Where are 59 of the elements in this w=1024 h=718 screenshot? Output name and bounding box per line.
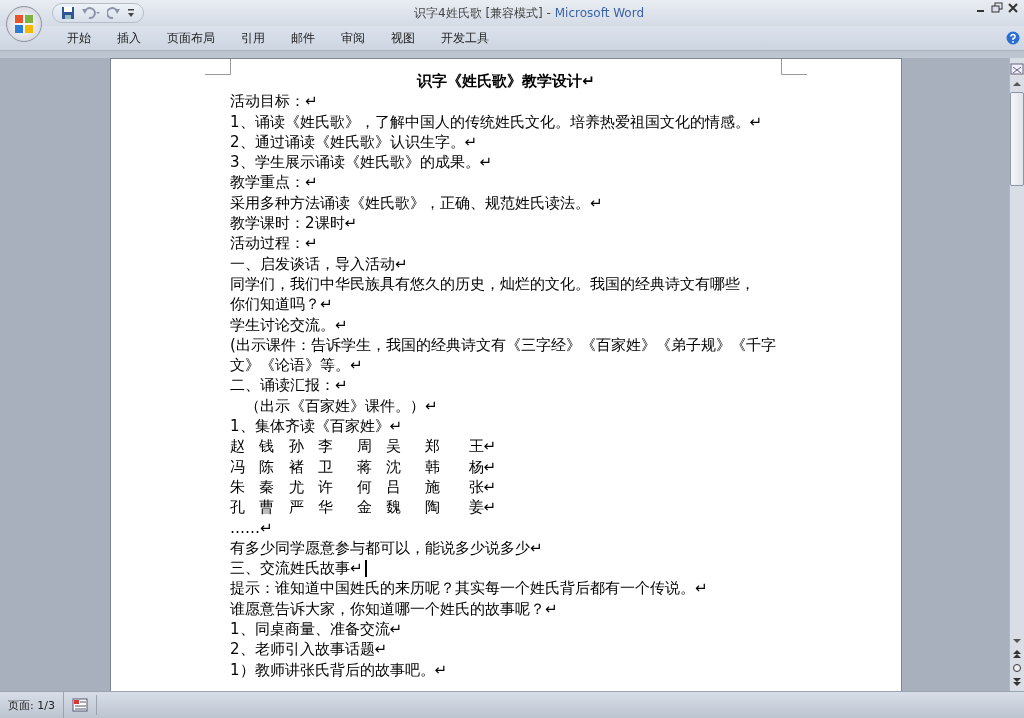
restore-icon[interactable] (990, 2, 1004, 14)
next-page-icon[interactable] (1012, 677, 1022, 687)
paragraph: 1、集体齐读《百家姓》↵ (230, 416, 404, 437)
ribbon-tab[interactable]: 开发工具 (428, 27, 502, 49)
surname-row-text: 赵 钱 孙 李 周 吴 郑 王↵ (230, 436, 498, 457)
paragraph: 三、交流姓氏故事↵ (230, 558, 363, 579)
paragraph: 1、同桌商量、准备交流↵ (230, 619, 404, 640)
redo-icon[interactable] (107, 6, 121, 20)
save-icon[interactable] (61, 6, 75, 20)
paragraph: 同学们，我们中华民族具有悠久的历史，灿烂的文化。我国的经典诗文有哪些， 你们知道吗？↵ (230, 273, 756, 315)
scroll-thumb[interactable] (1010, 92, 1024, 186)
paragraph: 3、学生展示诵读《姓氏歌》的成果。↵ (230, 152, 494, 173)
help-icon[interactable] (1006, 31, 1020, 45)
ribbon-tab[interactable]: 审阅 (328, 27, 378, 49)
ribbon-tab[interactable]: 开始 (54, 27, 104, 49)
paragraph: (出示课件：告诉学生，我国的经典诗文有《三字经》《百家姓》《弟子规》《千字 文》《论语》等。↵ (230, 334, 777, 376)
undo-icon[interactable] (81, 6, 101, 20)
ruler-icon[interactable] (1010, 62, 1024, 76)
ribbon-tab[interactable]: 页面布局 (154, 27, 228, 49)
surname-row-text: 朱 秦 尤 许 何 吕 施 张↵ (230, 476, 498, 498)
paragraph: 教学重点：↵ (230, 172, 319, 193)
vertical-scrollbar[interactable] (1009, 58, 1024, 691)
paragraph: 1）教师讲张氏背后的故事吧。↵ (230, 659, 449, 680)
language-icon[interactable] (71, 698, 88, 712)
paragraph: 采用多种方法诵读《姓氏歌》，正确、规范姓氏读法。↵ (230, 192, 604, 214)
ribbon-tab[interactable]: 视图 (378, 27, 428, 49)
paragraph: 有多少同学愿意参与都可以，能说多少说多少↵ (230, 537, 544, 559)
ribbon-tab[interactable]: 引用 (228, 27, 278, 49)
window-title: 识字4姓氏歌 [兼容模式] - Microsoft Word (412, 4, 646, 22)
ribbon-tab[interactable]: 插入 (104, 27, 154, 49)
corner-mark-icon (781, 59, 807, 75)
paragraph: 教学课时：2课时↵ (230, 213, 359, 234)
ribbon-tab[interactable]: 邮件 (278, 27, 328, 49)
customize-icon[interactable] (127, 8, 135, 18)
previous-page-icon[interactable] (1012, 649, 1022, 659)
paragraph: 活动过程：↵ (230, 233, 319, 254)
office-logo-icon (12, 12, 36, 36)
scroll-up-icon[interactable] (1012, 80, 1022, 88)
browse-object-icon[interactable] (1012, 663, 1022, 673)
paragraph: 活动目标：↵ (230, 91, 319, 112)
surname-row-text: 冯 陈 褚 卫 蒋 沈 韩 杨↵ (230, 456, 498, 477)
paragraph: （出示《百家姓》课件。）↵ (244, 395, 439, 417)
paragraph: 1、诵读《姓氏歌》，了解中国人的传统姓氏文化。培养热爱祖国文化的情感。↵ (230, 111, 764, 132)
scroll-down-icon[interactable] (1012, 637, 1022, 645)
paragraph: 学生讨论交流。↵ (230, 314, 349, 335)
close-icon[interactable] (1006, 2, 1020, 14)
paragraph: 2、老师引入故事话题↵ (230, 639, 389, 660)
paragraph: 二、诵读汇报：↵ (230, 375, 349, 396)
page-count[interactable]: 页面: 1/3 (0, 692, 64, 718)
paragraph: 谁愿意告诉大家，你知道哪一个姓氏的故事呢？↵ (230, 598, 559, 619)
paragraph: 提示：谁知道中国姓氏的来历呢？其实每一个姓氏背后都有一个传说。↵ (230, 578, 709, 599)
document-title: 识字《姓氏歌》教学设计↵ (415, 71, 596, 92)
paragraph: 2、通过诵读《姓氏歌》认识生字。↵ (230, 131, 479, 153)
paragraph: ……↵ (230, 517, 274, 538)
paragraph: 一、启发谈话，导入活动↵ (230, 253, 409, 274)
corner-mark-icon (205, 59, 231, 75)
app-name: Microsoft Word (554, 5, 645, 20)
office-button[interactable] (6, 6, 42, 42)
surname-row-text: 孔 曹 严 华 金 魏 陶 姜↵ (230, 497, 498, 518)
